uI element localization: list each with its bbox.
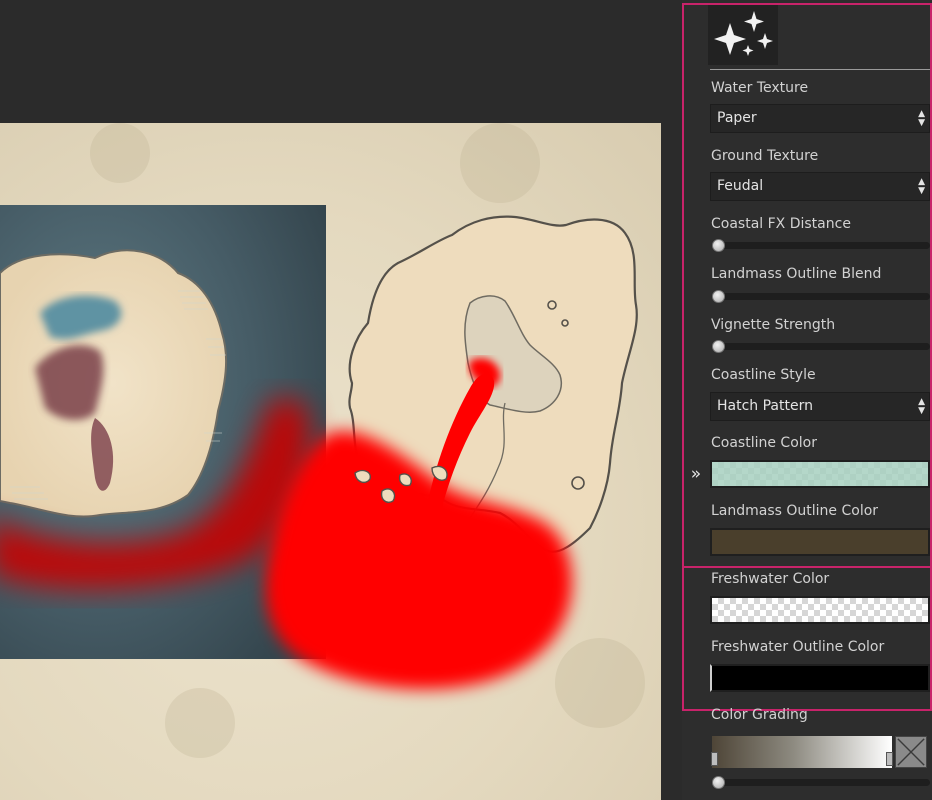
map-canvas[interactable] [0, 0, 682, 800]
slider-thumb[interactable] [712, 340, 725, 353]
coastline-style-select[interactable]: Hatch Pattern ▲ ▼ [710, 392, 930, 421]
sparkles-icon [714, 11, 773, 56]
preview-island [0, 249, 228, 518]
coastline-style-label: Coastline Style [711, 367, 816, 383]
freshwater-outline-color-fill [712, 666, 928, 690]
landmass-outline-color-swatch[interactable] [710, 528, 930, 556]
color-grading-slider[interactable] [712, 776, 930, 789]
ground-texture-value: Feudal [717, 178, 764, 194]
color-grading-label: Color Grading [711, 707, 808, 723]
vignette-strength-label: Vignette Strength [711, 317, 836, 333]
ground-texture-select[interactable]: Feudal ▲ ▼ [710, 172, 930, 201]
cross-icon [897, 738, 925, 766]
coastline-style-value: Hatch Pattern [717, 398, 813, 414]
freshwater-color-swatch[interactable] [710, 596, 930, 624]
coastal-fx-distance-slider[interactable] [712, 239, 930, 252]
vignette-strength-slider[interactable] [712, 340, 930, 353]
slider-thumb[interactable] [712, 776, 725, 789]
landmass-outline-blend-slider[interactable] [712, 290, 930, 303]
ground-texture-label: Ground Texture [711, 148, 819, 164]
effects-button[interactable] [708, 5, 778, 65]
select-arrows-icon: ▲ ▼ [918, 177, 925, 196]
gradient-stop-handle[interactable] [886, 752, 893, 766]
select-arrows-icon: ▲ ▼ [918, 397, 925, 416]
freshwater-color-label: Freshwater Color [711, 571, 830, 587]
panel-divider [710, 69, 930, 70]
water-texture-label: Water Texture [711, 80, 809, 96]
landmass-outline-color-fill [712, 530, 928, 554]
map-render[interactable] [0, 123, 661, 800]
freshwater-outline-color-label: Freshwater Outline Color [711, 639, 885, 655]
water-texture-value: Paper [717, 110, 757, 126]
gradient-stop-handle[interactable] [711, 752, 718, 766]
slider-thumb[interactable] [712, 239, 725, 252]
map-sheet[interactable] [0, 123, 661, 800]
coastline-color-label: Coastline Color [711, 435, 817, 451]
collapse-panel-button[interactable]: » [686, 462, 706, 486]
landmass-outline-color-label: Landmass Outline Color [711, 503, 879, 519]
freshwater-outline-color-swatch[interactable] [710, 664, 930, 692]
color-grading-gradient[interactable] [711, 736, 893, 768]
water-texture-select[interactable]: Paper ▲ ▼ [710, 104, 930, 133]
coastline-color-swatch[interactable] [710, 460, 930, 488]
select-arrows-icon: ▲ ▼ [918, 109, 925, 128]
coastal-fx-distance-label: Coastal FX Distance [711, 216, 851, 232]
coastline-color-fill [712, 462, 928, 486]
slider-thumb[interactable] [712, 290, 725, 303]
color-grading-reset-button[interactable] [895, 736, 927, 768]
double-chevron-right-icon: » [690, 464, 702, 484]
landmass-outline-blend-label: Landmass Outline Blend [711, 266, 882, 282]
